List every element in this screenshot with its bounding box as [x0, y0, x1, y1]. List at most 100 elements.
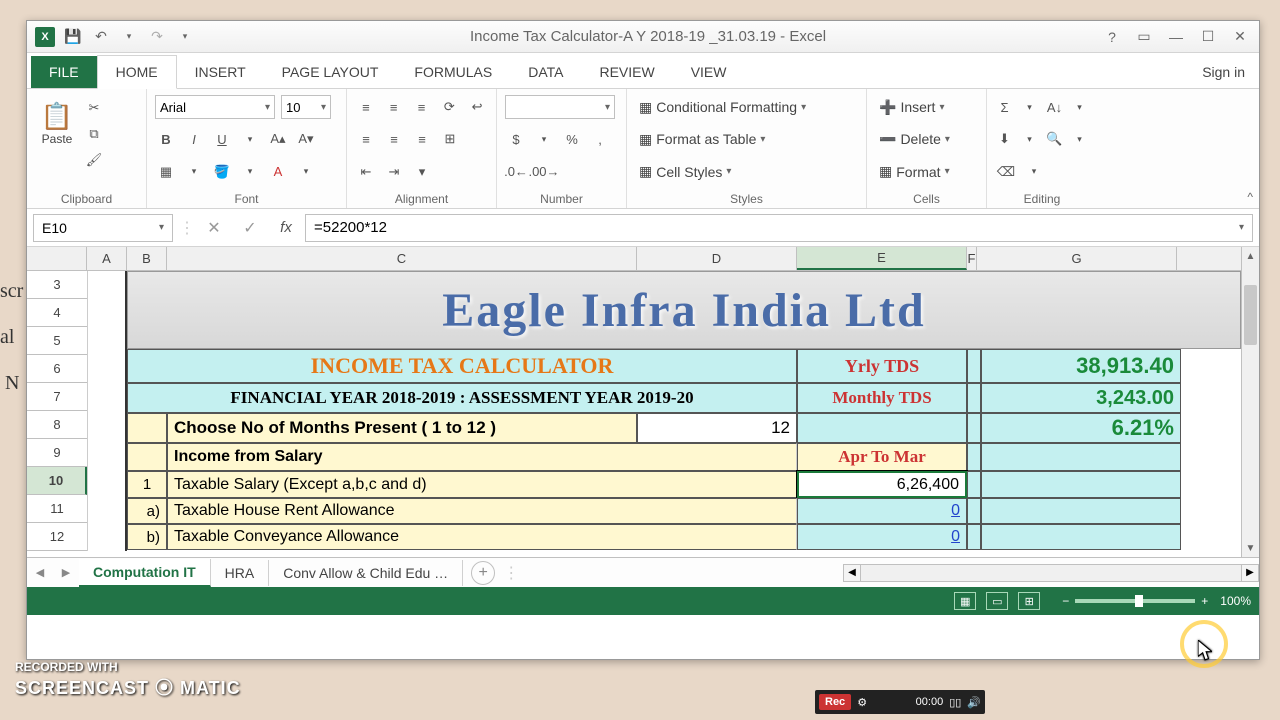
col-A[interactable]: A: [87, 247, 127, 270]
cell-styles-button[interactable]: ▦Cell Styles▾: [635, 160, 735, 184]
tab-formulas[interactable]: FORMULAS: [396, 56, 510, 88]
decrease-font-icon[interactable]: A▾: [295, 128, 317, 150]
find-dd-icon[interactable]: ▾: [1070, 128, 1089, 150]
hscroll-right-icon[interactable]: ▶: [1241, 564, 1259, 582]
hra-value[interactable]: 0: [797, 498, 967, 524]
merge-dd-icon[interactable]: ▾: [411, 161, 433, 183]
scroll-down-icon[interactable]: ▼: [1242, 539, 1259, 557]
underline-dd-icon[interactable]: ▾: [239, 128, 261, 150]
fill-color-icon[interactable]: 🪣: [211, 161, 233, 183]
sheet-computation[interactable]: Computation IT: [79, 559, 211, 587]
row-4[interactable]: 4: [27, 299, 87, 327]
col-F[interactable]: F: [967, 247, 977, 270]
col-E[interactable]: E: [797, 247, 967, 270]
fontcolor-dd-icon[interactable]: ▾: [295, 161, 317, 183]
font-color-icon[interactable]: A: [267, 161, 289, 183]
rec-pause-icon[interactable]: ▯▯: [949, 696, 961, 709]
underline-icon[interactable]: U: [211, 128, 233, 150]
tab-insert[interactable]: INSERT: [177, 56, 264, 88]
help-icon[interactable]: ?: [1103, 28, 1121, 46]
number-format-combo[interactable]: ▾: [505, 95, 615, 119]
formula-input[interactable]: =52200*12▾: [305, 214, 1253, 242]
close-icon[interactable]: ✕: [1231, 28, 1249, 46]
increase-decimal-icon[interactable]: .0←: [505, 161, 527, 183]
cancel-formula-icon[interactable]: ✕: [201, 215, 227, 241]
sheet-conv-allow[interactable]: Conv Allow & Child Edu …: [269, 560, 463, 586]
comma-icon[interactable]: ,: [589, 128, 611, 150]
font-name-combo[interactable]: Arial▾: [155, 95, 275, 119]
merge-icon[interactable]: ⊞: [439, 128, 461, 150]
increase-indent-icon[interactable]: ⇥: [383, 161, 405, 183]
row-3[interactable]: 3: [27, 271, 87, 299]
align-right-icon[interactable]: ≡: [411, 128, 433, 150]
row-10[interactable]: 10: [27, 467, 87, 495]
align-top-icon[interactable]: ≡: [355, 96, 377, 118]
normal-view-icon[interactable]: ▦: [954, 592, 976, 610]
undo-icon[interactable]: ↶: [91, 27, 111, 47]
orientation-icon[interactable]: ⟳: [438, 96, 460, 118]
decrease-indent-icon[interactable]: ⇤: [355, 161, 377, 183]
rec-audio-icon[interactable]: 🔊: [967, 696, 981, 709]
col-B[interactable]: B: [127, 247, 167, 270]
scroll-thumb[interactable]: [1244, 285, 1257, 345]
tab-page-layout[interactable]: PAGE LAYOUT: [264, 56, 397, 88]
page-break-icon[interactable]: ⊞: [1018, 592, 1040, 610]
save-icon[interactable]: 💾: [63, 27, 83, 47]
borders-dd-icon[interactable]: ▾: [183, 161, 205, 183]
row-7[interactable]: 7: [27, 383, 87, 411]
copy-icon[interactable]: ⧉: [83, 123, 105, 145]
fill-dd-icon[interactable]: ▾: [1020, 128, 1039, 150]
conditional-formatting-button[interactable]: ▦Conditional Formatting▾: [635, 95, 810, 119]
select-all-corner[interactable]: [27, 247, 87, 271]
cut-icon[interactable]: ✂: [83, 97, 105, 119]
months-input[interactable]: 12: [637, 413, 797, 443]
sort-filter-icon[interactable]: A↓: [1045, 96, 1064, 118]
row-5[interactable]: 5: [27, 327, 87, 355]
align-bot-icon[interactable]: ≡: [411, 96, 433, 118]
sort-dd-icon[interactable]: ▾: [1070, 96, 1089, 118]
zoom-slider[interactable]: [1075, 599, 1195, 603]
autosum-dd-icon[interactable]: ▾: [1020, 96, 1039, 118]
enter-formula-icon[interactable]: ✓: [237, 215, 263, 241]
hscroll-track[interactable]: [861, 564, 1241, 582]
insert-cells-button[interactable]: ➕Insert▾: [875, 95, 948, 119]
delete-cells-button[interactable]: ➖Delete▾: [875, 127, 954, 151]
qat-customize-icon[interactable]: ▾: [175, 27, 195, 47]
tab-home[interactable]: HOME: [97, 55, 177, 89]
col-G[interactable]: G: [977, 247, 1177, 270]
row-11[interactable]: 11: [27, 495, 87, 523]
hscroll-left-icon[interactable]: ◀: [843, 564, 861, 582]
bold-icon[interactable]: B: [155, 128, 177, 150]
undo-dropdown-icon[interactable]: ▾: [119, 27, 139, 47]
row-9[interactable]: 9: [27, 439, 87, 467]
name-box[interactable]: E10▾: [33, 214, 173, 242]
currency-icon[interactable]: $: [505, 128, 527, 150]
maximize-icon[interactable]: ☐: [1199, 28, 1217, 46]
vertical-scrollbar[interactable]: ▲ ▼: [1241, 247, 1259, 557]
align-center-icon[interactable]: ≡: [383, 128, 405, 150]
fill-icon[interactable]: ⬇: [995, 128, 1014, 150]
format-painter-icon[interactable]: 🖌: [83, 149, 105, 171]
add-sheet-icon[interactable]: +: [471, 561, 495, 585]
currency-dd-icon[interactable]: ▾: [533, 128, 555, 150]
fill-dd-icon[interactable]: ▾: [239, 161, 261, 183]
tab-file[interactable]: FILE: [31, 56, 97, 88]
ribbon-options-icon[interactable]: ▭: [1135, 28, 1153, 46]
clear-dd-icon[interactable]: ▾: [1023, 161, 1045, 183]
borders-icon[interactable]: ▦: [155, 161, 177, 183]
decrease-decimal-icon[interactable]: .00→: [533, 161, 555, 183]
row-6[interactable]: 6: [27, 355, 87, 383]
zoom-out-icon[interactable]: −: [1062, 594, 1069, 608]
tab-review[interactable]: REVIEW: [581, 56, 672, 88]
find-icon[interactable]: 🔍: [1045, 128, 1064, 150]
tab-data[interactable]: DATA: [510, 56, 581, 88]
percent-icon[interactable]: %: [561, 128, 583, 150]
align-left-icon[interactable]: ≡: [355, 128, 377, 150]
col-D[interactable]: D: [637, 247, 797, 270]
zoom-level[interactable]: 100%: [1220, 594, 1251, 608]
sign-in-link[interactable]: Sign in: [1188, 56, 1259, 88]
redo-icon[interactable]: ↷: [147, 27, 167, 47]
align-mid-icon[interactable]: ≡: [383, 96, 405, 118]
collapse-ribbon-icon[interactable]: ^: [1247, 190, 1253, 204]
row-8[interactable]: 8: [27, 411, 87, 439]
